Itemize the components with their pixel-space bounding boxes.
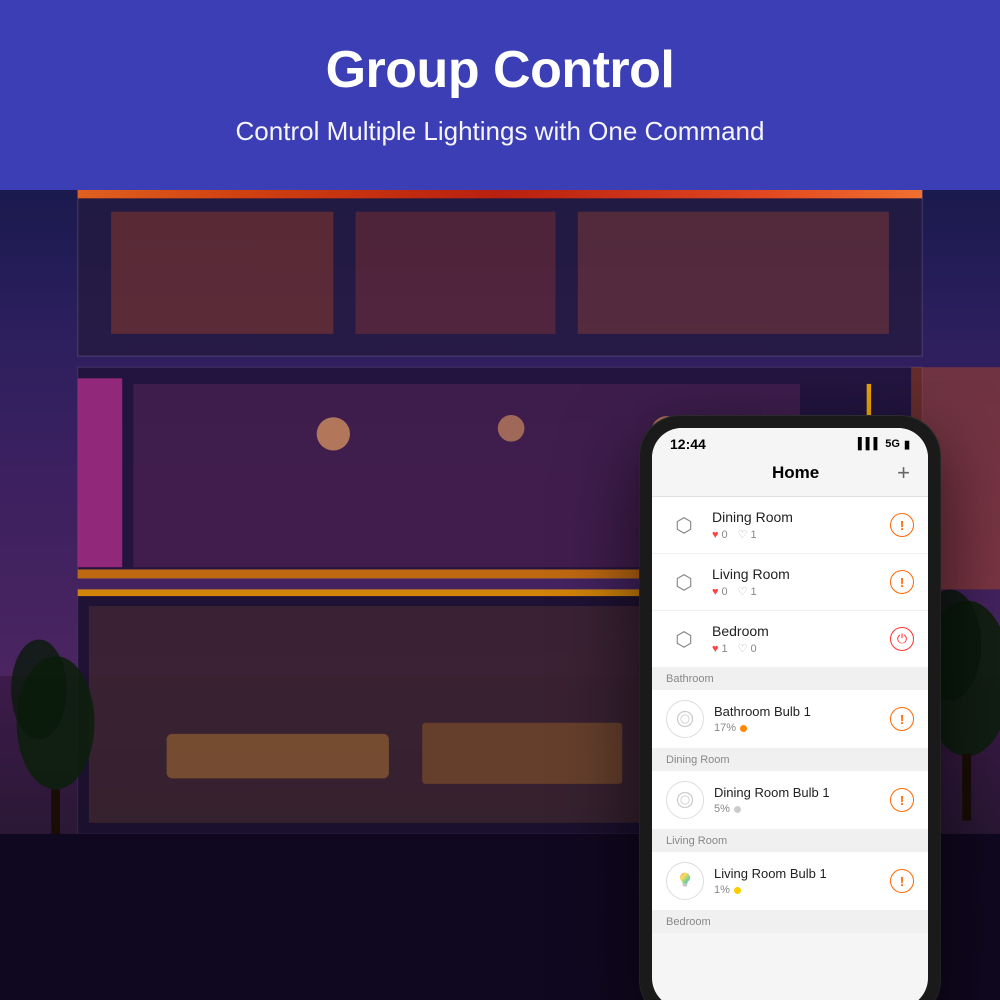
phone-body: 12:44 ▌▌▌ 5G ▮ Home + — [640, 416, 940, 1000]
dining-bulb-info: Dining Room Bulb 1 5% — [714, 785, 890, 815]
page-title: Group Control — [20, 40, 980, 100]
network-label: 5G — [885, 438, 900, 450]
dining-section-header: Dining Room — [652, 749, 928, 771]
living-bulb-item[interactable]: Living Room Bulb 1 1% ! — [652, 852, 928, 911]
bedroom-red-count: 1 — [722, 643, 728, 655]
status-bar: 12:44 ▌▌▌ 5G ▮ — [652, 428, 928, 456]
dining-room-stats: ♥ 0 ♡ 1 — [712, 528, 890, 541]
bathroom-bulb-info: Bathroom Bulb 1 17% — [714, 704, 890, 734]
bedroom-section-header: Bedroom — [652, 911, 928, 933]
living-status-dot — [734, 887, 741, 894]
dining-bulb-alert[interactable]: ! — [890, 788, 914, 812]
add-button[interactable]: + — [897, 460, 910, 486]
red-dot-icon3: ♥ — [712, 643, 719, 655]
phone-mockup: 12:44 ▌▌▌ 5G ▮ Home + — [640, 416, 940, 1000]
dining-room-name: Dining Room — [712, 509, 890, 525]
living-bulb-alert[interactable]: ! — [890, 869, 914, 893]
dining-bulb-percent: 5% — [714, 803, 730, 815]
bathroom-bulb-icon — [666, 700, 704, 738]
red-dot-icon2: ♥ — [712, 586, 719, 598]
bathroom-bulb-item[interactable]: Bathroom Bulb 1 17% ! — [652, 690, 928, 749]
living-bulb-percent: 1% — [714, 884, 730, 896]
gray-dot-icon3: ♡ — [738, 642, 748, 655]
dining-bulb-svg — [675, 790, 695, 810]
room-item-dining[interactable]: ⬡ Dining Room ♥ 0 ♡ — [652, 497, 928, 554]
living-bulb-name: Living Room Bulb 1 — [714, 866, 890, 881]
page-subtitle: Control Multiple Lightings with One Comm… — [20, 116, 980, 147]
living-bulb-svg — [675, 871, 695, 891]
bedroom-power-button[interactable]: ⏻ — [890, 627, 914, 651]
app-nav-bar: Home + — [652, 456, 928, 497]
room-list: ⬡ Dining Room ♥ 0 ♡ — [652, 497, 928, 668]
dining-bulb-icon — [666, 781, 704, 819]
living-room-icon: ⬡ — [666, 564, 702, 600]
living-stat-red: ♥ 0 — [712, 585, 728, 598]
bedroom-stats: ♥ 1 ♡ 0 — [712, 642, 890, 655]
bedroom-icon: ⬡ — [666, 621, 702, 657]
living-gray-count: 1 — [751, 586, 757, 598]
room-item-bedroom[interactable]: ⬡ Bedroom ♥ 1 ♡ — [652, 611, 928, 668]
header-section: Group Control Control Multiple Lightings… — [0, 0, 1000, 177]
bathroom-bulb-alert[interactable]: ! — [890, 707, 914, 731]
nav-title: Home — [772, 463, 819, 483]
battery-icon: ▮ — [904, 438, 910, 451]
dining-status-dot — [734, 806, 741, 813]
dining-bulb-item[interactable]: Dining Room Bulb 1 5% ! — [652, 771, 928, 830]
bedroom-stat-red: ♥ 1 — [712, 642, 728, 655]
living-room-info: Living Room ♥ 0 ♡ 1 — [712, 566, 890, 598]
dining-stat-gray: ♡ 1 — [738, 528, 757, 541]
dining-stat-red: ♥ 0 — [712, 528, 728, 541]
bathroom-bulb-percent: 17% — [714, 722, 736, 734]
status-time: 12:44 — [670, 436, 706, 452]
bulb-outline-svg — [675, 709, 695, 729]
bathroom-bulb-name: Bathroom Bulb 1 — [714, 704, 890, 719]
living-bulb-status: 1% — [714, 884, 890, 896]
dining-room-alert-button[interactable]: ! — [890, 513, 914, 537]
living-room-alert-button[interactable]: ! — [890, 570, 914, 594]
dining-room-info: Dining Room ♥ 0 ♡ 1 — [712, 509, 890, 541]
living-bulb-icon — [666, 862, 704, 900]
bedroom-name: Bedroom — [712, 623, 890, 639]
room-item-living[interactable]: ⬡ Living Room ♥ 0 ♡ — [652, 554, 928, 611]
signal-icon: ▌▌▌ — [858, 438, 881, 450]
dining-room-icon: ⬡ — [666, 507, 702, 543]
dining-bulb-status: 5% — [714, 803, 890, 815]
bathroom-status-dot — [740, 725, 747, 732]
red-dot-icon: ♥ — [712, 529, 719, 541]
gray-dot-icon: ♡ — [738, 528, 748, 541]
living-room-stats: ♥ 0 ♡ 1 — [712, 585, 890, 598]
dining-gray-count: 1 — [751, 529, 757, 541]
living-stat-gray: ♡ 1 — [738, 585, 757, 598]
phone-screen: 12:44 ▌▌▌ 5G ▮ Home + — [652, 428, 928, 1000]
bedroom-info: Bedroom ♥ 1 ♡ 0 — [712, 623, 890, 655]
bedroom-gray-count: 0 — [751, 643, 757, 655]
house-section: 12:44 ▌▌▌ 5G ▮ Home + — [0, 190, 1000, 1000]
bathroom-bulb-status: 17% — [714, 722, 890, 734]
living-red-count: 0 — [722, 586, 728, 598]
living-bulb-info: Living Room Bulb 1 1% — [714, 866, 890, 896]
living-section-header: Living Room — [652, 830, 928, 852]
bathroom-section-header: Bathroom — [652, 668, 928, 690]
status-icons: ▌▌▌ 5G ▮ — [858, 438, 910, 451]
page-wrapper: Group Control Control Multiple Lightings… — [0, 0, 1000, 1000]
dining-red-count: 0 — [722, 529, 728, 541]
bedroom-stat-gray: ♡ 0 — [738, 642, 757, 655]
dining-bulb-name: Dining Room Bulb 1 — [714, 785, 890, 800]
living-room-name: Living Room — [712, 566, 890, 582]
gray-dot-icon2: ♡ — [738, 585, 748, 598]
